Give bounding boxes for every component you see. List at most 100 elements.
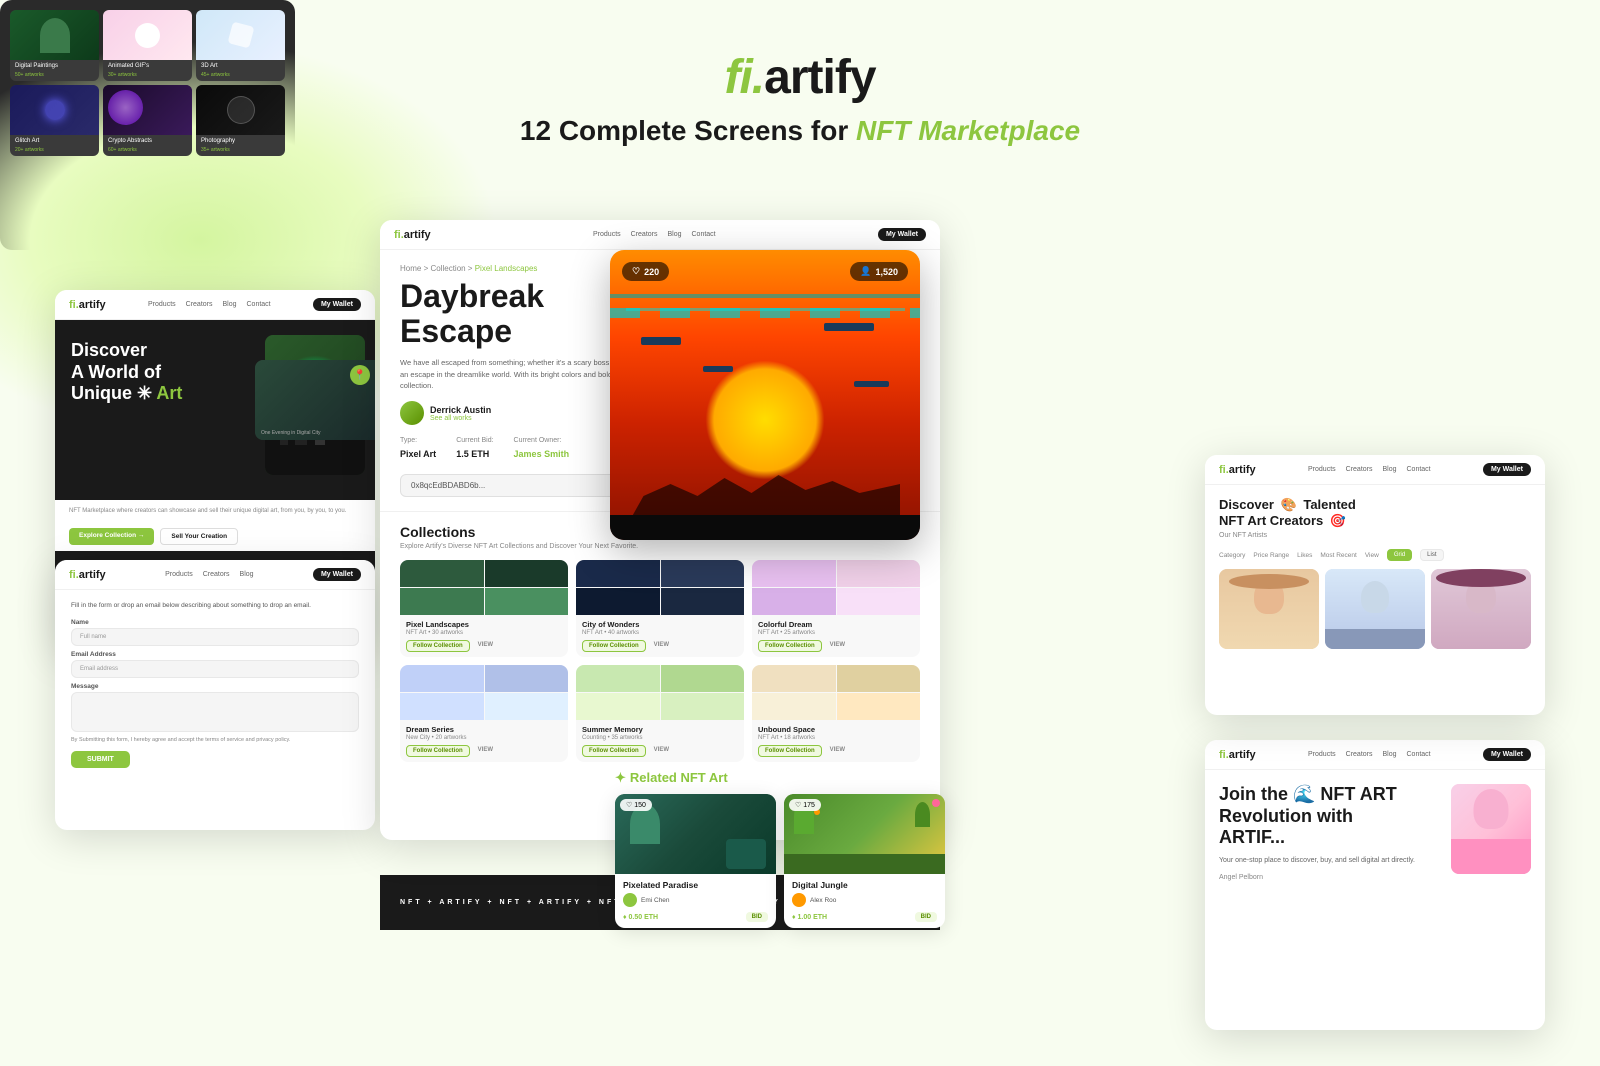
artwork-sun xyxy=(705,360,825,480)
artists-nav-links: Products Creators Blog Contact xyxy=(1308,466,1431,473)
thumb-cell xyxy=(661,560,745,587)
related-creator-name-2: Alex Roo xyxy=(810,897,836,904)
related-card: ♡ 150 Pixelated Paradise Emi Chen ♦ 0.50… xyxy=(615,794,776,928)
detail-nav-links: Products Creators Blog Contact xyxy=(593,231,716,238)
artists-filter-row: Category Price Range Likes Most Recent V… xyxy=(1219,549,1531,561)
artists-wallet-btn[interactable]: My Wallet xyxy=(1483,463,1531,476)
bid-value: 1.5 ETH xyxy=(456,449,489,459)
likes-filter-label: Likes xyxy=(1297,552,1312,559)
view-btn[interactable]: VIEW xyxy=(650,745,673,757)
join-nav: fi.artify Products Creators Blog Contact… xyxy=(1205,740,1545,770)
related-creator-1: Emi Chen xyxy=(623,893,768,907)
email-input[interactable]: Email address xyxy=(71,660,359,678)
name-label: Name xyxy=(71,619,359,626)
collection-actions: Follow Collection VIEW xyxy=(582,745,738,757)
follow-btn[interactable]: Follow Collection xyxy=(582,640,646,652)
related-bid-btn-2[interactable]: BID xyxy=(915,912,937,922)
sell-btn[interactable]: Sell Your Creation xyxy=(160,528,238,545)
collection-meta: NFT Art • 25 artworks xyxy=(758,630,914,636)
home-actions: Explore Collection → Sell Your Creation xyxy=(55,522,375,551)
home-description: NFT Marketplace where creators can showc… xyxy=(55,500,375,522)
collection-info: Dream Series New City • 20 artworks Foll… xyxy=(400,720,568,762)
follow-btn[interactable]: Follow Collection xyxy=(406,640,470,652)
related-cards-container: ♡ 150 Pixelated Paradise Emi Chen ♦ 0.50… xyxy=(615,794,945,928)
home-wallet-btn[interactable]: My Wallet xyxy=(313,298,361,311)
detail-wallet-btn[interactable]: My Wallet xyxy=(878,228,926,241)
view-btn[interactable]: VIEW xyxy=(474,745,497,757)
bid-meta: Current Bid: 1.5 ETH xyxy=(456,437,493,462)
collection-meta: Counting • 35 artworks xyxy=(582,735,738,741)
collection-info: Colorful Dream NFT Art • 25 artworks Fol… xyxy=(752,615,920,657)
follow-btn[interactable]: Follow Collection xyxy=(582,745,646,757)
view-btn[interactable]: VIEW xyxy=(826,640,849,652)
category-filter-label: Category xyxy=(1219,552,1245,559)
thumb-cell xyxy=(485,560,569,587)
join-nav-links: Products Creators Blog Contact xyxy=(1308,751,1431,758)
owner-label: Current Owner: xyxy=(514,437,570,444)
view-btn[interactable]: VIEW xyxy=(650,640,673,652)
related-bid-btn-1[interactable]: BID xyxy=(746,912,768,922)
creator-info: Derrick Austin See all works xyxy=(430,405,491,422)
join-wallet-btn[interactable]: My Wallet xyxy=(1483,748,1531,761)
collection-item: Summer Memory Counting • 35 artworks Fol… xyxy=(576,665,744,762)
collection-thumb xyxy=(576,560,744,615)
category-count: 35+ artworks xyxy=(196,147,285,156)
related-creator-name-1: Emi Chen xyxy=(641,897,670,904)
message-input[interactable] xyxy=(71,692,359,732)
view-btn[interactable]: VIEW xyxy=(474,640,497,652)
message-label: Message xyxy=(71,683,359,690)
view-btn[interactable]: VIEW xyxy=(826,745,849,757)
like-badge[interactable]: ♡ 220 xyxy=(622,262,669,281)
follow-btn[interactable]: Follow Collection xyxy=(758,640,822,652)
artists-nav-logo: fi.artify xyxy=(1219,464,1256,476)
related-avatar-1 xyxy=(623,893,637,907)
nft-artwork-overlay: ♡ 220 👤 1,520 xyxy=(610,250,920,540)
related-name-2: Digital Jungle xyxy=(792,880,937,890)
artist-image-1 xyxy=(1219,569,1319,649)
artists-nav: fi.artify Products Creators Blog Contact… xyxy=(1205,455,1545,485)
collections-section: Collections Explore Artify's Diverse NFT… xyxy=(380,511,940,774)
creator-name: Derrick Austin xyxy=(430,405,491,415)
thumb-cell xyxy=(752,560,836,587)
related-name-1: Pixelated Paradise xyxy=(623,880,768,890)
privacy-checkbox[interactable]: By Submitting this form, I hereby agree … xyxy=(71,737,359,743)
angel-artwork xyxy=(1451,784,1531,874)
owner-value: James Smith xyxy=(514,449,570,459)
type-value: Pixel Art xyxy=(400,449,436,459)
collection-meta: NFT Art • 40 artworks xyxy=(582,630,738,636)
explore-btn[interactable]: Explore Collection → xyxy=(69,528,154,545)
related-like-1[interactable]: ♡ 150 xyxy=(620,799,652,811)
contact-desc: Fill in the form or drop an email below … xyxy=(71,602,359,609)
thumb-cell xyxy=(400,693,484,720)
collections-subtitle: Explore Artify's Diverse NFT Art Collect… xyxy=(400,543,920,550)
collection-name: Unbound Space xyxy=(758,725,914,734)
thumb-cell xyxy=(400,665,484,692)
collection-item: Colorful Dream NFT Art • 25 artworks Fol… xyxy=(752,560,920,657)
grid-view-btn[interactable]: Grid xyxy=(1387,549,1412,561)
type-meta: Type: Pixel Art xyxy=(400,437,436,462)
follow-btn[interactable]: Follow Collection xyxy=(758,745,822,757)
list-view-btn[interactable]: List xyxy=(1420,549,1443,561)
name-input[interactable]: Full name xyxy=(71,628,359,646)
contact-nav: fi.artify Products Creators Blog My Wall… xyxy=(55,560,375,590)
contact-wallet-btn[interactable]: My Wallet xyxy=(313,568,361,581)
related-price-row-2: ♦ 1.00 ETH BID xyxy=(792,912,937,922)
submit-btn[interactable]: SUBMIT xyxy=(71,751,130,768)
artists-subtitle: Our NFT Artists xyxy=(1219,532,1531,539)
owner-meta: Current Owner: James Smith xyxy=(514,437,570,462)
follow-btn[interactable]: Follow Collection xyxy=(406,745,470,757)
join-nav-logo: fi.artify xyxy=(1219,749,1256,761)
collection-thumb xyxy=(752,560,920,615)
price-filter-label: Price Range xyxy=(1253,552,1289,559)
thumb-cell xyxy=(485,693,569,720)
category-count: 20+ artworks xyxy=(10,147,99,156)
creator-sub[interactable]: See all works xyxy=(430,415,491,422)
collection-name: Pixel Landscapes xyxy=(406,620,562,629)
related-like-2[interactable]: ♡ 175 xyxy=(789,799,821,811)
artists-card: fi.artify Products Creators Blog Contact… xyxy=(1205,455,1545,715)
collection-name: Summer Memory xyxy=(582,725,738,734)
collection-thumb xyxy=(576,665,744,720)
category-count: 60+ artworks xyxy=(103,147,192,156)
collection-item: Pixel Landscapes NFT Art • 30 artworks F… xyxy=(400,560,568,657)
related-avatar-2 xyxy=(792,893,806,907)
